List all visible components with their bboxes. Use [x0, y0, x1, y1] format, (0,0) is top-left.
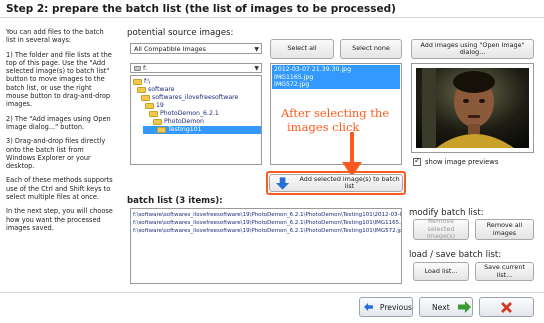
close-icon [501, 301, 512, 313]
tree-item-label: Testing101 [168, 126, 202, 133]
folder-icon [145, 103, 154, 109]
tree-item-testing101[interactable]: Testing101 [143, 126, 261, 134]
tree-item-label: PhotoDemon [164, 118, 204, 125]
tree-item-19[interactable]: 19 [145, 102, 164, 110]
close-button[interactable] [479, 297, 534, 317]
chevron-down-icon: ▼ [254, 65, 259, 72]
folder-icon [141, 95, 150, 101]
drive-value: f: [143, 64, 148, 72]
drive-icon [134, 65, 141, 71]
annotation-callout: After selecting the images click [281, 106, 401, 134]
batch-list-label: batch list (3 items): [127, 196, 223, 206]
tree-item-label: 19 [156, 102, 164, 109]
arrow-left-icon [364, 302, 373, 312]
instruction-method-1: 1) The folder and file lists at the top … [6, 50, 112, 109]
tree-item-label: f:\ [144, 78, 151, 85]
title-divider [0, 17, 544, 18]
instruction-intro: You can add files to the batch list in s… [6, 28, 104, 45]
folder-icon [149, 111, 158, 117]
folder-tree[interactable]: f:\ software softwares_ilovefreesoftware… [130, 75, 262, 165]
arrow-down-icon [276, 176, 290, 190]
show-previews-checkbox[interactable]: ✓ [413, 156, 421, 166]
footer-divider [0, 292, 544, 293]
load-save-label: load / save batch list: [409, 250, 502, 260]
file-type-filter-select[interactable]: All Compatible Images ▼ [130, 43, 262, 54]
annotation-line-1: After selecting the [281, 106, 390, 120]
table-row[interactable]: f:\software\softwares_ilovefreesoftware\… [131, 211, 401, 219]
list-item[interactable]: IMG1165.jpg [272, 74, 400, 82]
instruction-modifiers: Each of these methods supports use of th… [6, 176, 113, 202]
remove-selected-button[interactable]: Remove selected image(s) [413, 218, 469, 240]
source-images-label: potential source images: [127, 28, 234, 38]
folder-icon [153, 119, 162, 125]
table-row[interactable]: f:\software\softwares_ilovefreesoftware\… [131, 227, 401, 235]
instruction-method-2: 2) The "Add images using Open Image dial… [6, 114, 111, 131]
batch-list[interactable]: f:\software\softwares_ilovefreesoftware\… [130, 208, 402, 284]
previous-label: Previous [379, 302, 412, 312]
previous-button[interactable]: Previous [359, 297, 413, 317]
list-item[interactable]: 2012-03-07 21.39.30.jpg [272, 66, 400, 74]
image-preview [411, 63, 534, 153]
tree-item-root[interactable]: f:\ [133, 78, 150, 86]
arrow-right-icon [457, 301, 471, 313]
select-none-button[interactable]: Select none [340, 39, 402, 59]
tree-item-software[interactable]: software [137, 86, 175, 94]
tree-item-label: softwares_ilovefreesoftware [152, 94, 239, 101]
list-item[interactable]: IMG572.jpg [272, 81, 400, 89]
tree-item-photodemon[interactable]: PhotoDemon [153, 118, 204, 126]
checkmark-icon: ✓ [414, 156, 421, 165]
file-type-filter-value: All Compatible Images [134, 44, 206, 53]
table-row[interactable]: f:\software\softwares_ilovefreesoftware\… [131, 219, 401, 227]
tree-item-softwares-ilovefreesoftware[interactable]: softwares_ilovefreesoftware [141, 94, 238, 102]
folder-icon [157, 127, 166, 133]
add-images-open-dialog-button[interactable]: Add images using "Open Image" dialog... [411, 39, 534, 59]
show-previews-option[interactable]: ✓ show image previews [413, 156, 499, 166]
show-previews-label: show image previews [425, 158, 499, 166]
folder-icon [133, 79, 142, 85]
folder-icon [137, 87, 146, 93]
tree-item-label: PhotoDemon_6.2.1 [160, 110, 219, 117]
chevron-down-icon: ▼ [254, 46, 259, 53]
load-list-button[interactable]: Load list... [413, 262, 469, 281]
next-label: Next [432, 302, 450, 312]
page-title: Step 2: prepare the batch list (the list… [6, 3, 396, 15]
tree-item-photodemon-6-2-1[interactable]: PhotoDemon_6.2.1 [149, 110, 219, 118]
select-all-button[interactable]: Select all [270, 39, 334, 59]
instruction-method-3: 3) Drag-and-drop files directly onto the… [6, 137, 106, 171]
tree-item-label: software [148, 86, 175, 93]
instructions: You can add files to the batch list in s… [6, 28, 114, 238]
remove-all-button[interactable]: Remove all images [475, 219, 534, 240]
instruction-next-step: In the next step, you will choose how yo… [6, 207, 113, 232]
add-selected-to-batch-button[interactable]: Add selected image(s) to batch list [269, 174, 403, 192]
drive-select[interactable]: f: ▼ [130, 63, 262, 73]
add-selected-label: Add selected image(s) to batch list [299, 174, 400, 190]
save-list-button[interactable]: Save current list... [475, 262, 534, 281]
next-button[interactable]: Next [419, 297, 473, 317]
preview-photo [416, 68, 529, 148]
